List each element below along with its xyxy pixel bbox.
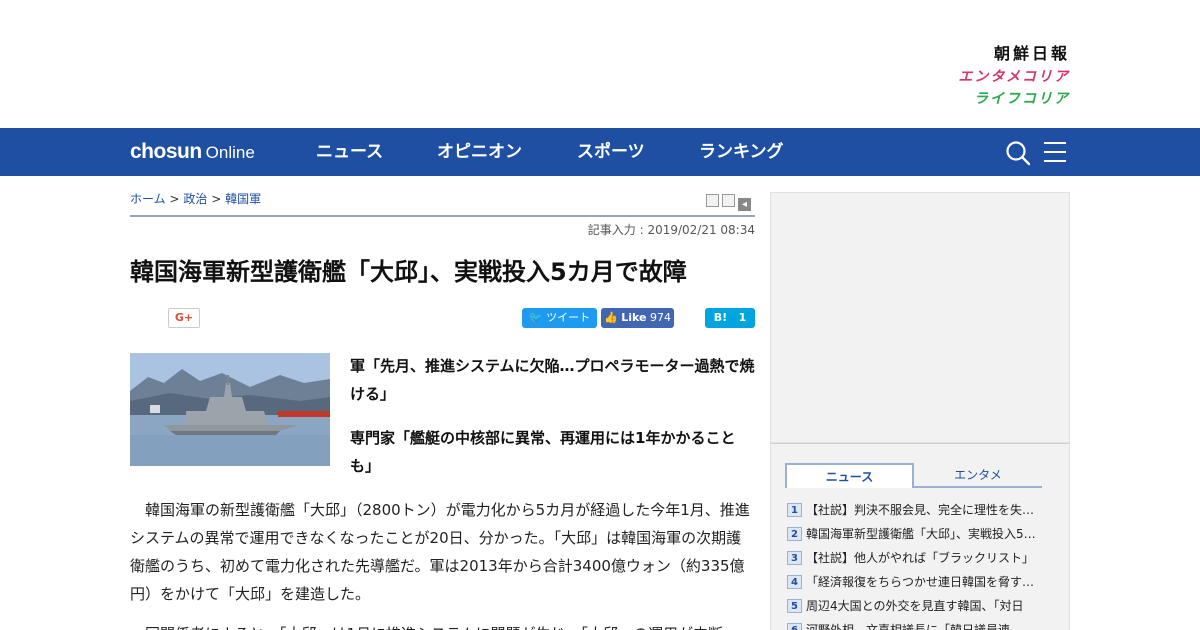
warship-photo [130, 353, 330, 466]
back-arrow-icon[interactable]: ◂ [738, 198, 751, 211]
nav-item-news[interactable]: ニュース [316, 128, 383, 176]
ranking-item[interactable]: 5 周辺4大国との外交を見直す韓国、「対日 [787, 593, 1047, 617]
site-logo[interactable]: chosun Online [130, 139, 255, 165]
rank-title: 【社説】判決不服会見、完全に理性を失った [806, 502, 1044, 517]
rank-title: 韓国海軍新型護衛艦「大邱」、実戦投入5カ月で故障 [806, 526, 1044, 541]
print-icon[interactable] [706, 194, 719, 207]
breadcrumb-separator: > [169, 192, 180, 206]
header-divider [130, 215, 755, 217]
search-icon[interactable] [1005, 140, 1031, 166]
rank-title: 「経済報復をちらつかせ連日韓国を脅す日本 [806, 574, 1044, 589]
twitter-bird-icon: 🐦 [528, 311, 543, 324]
tab-news[interactable]: ニュース [785, 463, 914, 488]
rank-number: 5 [787, 598, 802, 613]
ranking-item[interactable]: 4 「経済報復をちらつかせ連日韓国を脅す日本 [787, 569, 1047, 593]
ranking-item[interactable]: 3 【社説】他人がやれば「ブラックリスト」 [787, 545, 1047, 569]
ranking-list: 1 【社説】判決不服会見、完全に理性を失った 2 韓国海軍新型護衛艦「大邱」、実戦投… [787, 497, 1047, 630]
hatena-bookmark-button[interactable]: B! 1 [705, 308, 755, 328]
fb-like-label: Like [621, 311, 647, 324]
hatena-label: B! [713, 311, 728, 324]
hamburger-menu-icon[interactable] [1044, 142, 1066, 162]
brand-links: 朝鮮日報 エンタメコリア ライフコリア [930, 42, 1070, 110]
fb-like-count: 974 [649, 311, 671, 324]
main-navbar: chosun Online ニュース オピニオン スポーツ ランキング [0, 128, 1200, 176]
breadcrumb-politics[interactable]: 政治 [183, 192, 207, 206]
chosun-ilbo-link[interactable]: 朝鮮日報 [930, 42, 1070, 66]
rank-title: 【社説】他人がやれば「ブラックリスト」 [806, 550, 1035, 565]
article-subhead-1: 軍「先月、推進システムに欠陥…プロペラモーター過熱で焼ける」 [350, 357, 755, 403]
top-header: 朝鮮日報 エンタメコリア ライフコリア [0, 0, 1200, 128]
text-size-icon[interactable] [722, 194, 735, 207]
tweet-label: ツイート [546, 311, 591, 324]
rank-number: 2 [787, 526, 802, 541]
breadcrumb-separator: > [211, 192, 222, 206]
ranking-item[interactable]: 2 韓国海軍新型護衛艦「大邱」、実戦投入5カ月で故障 [787, 521, 1047, 545]
article-subhead-2: 専門家「艦艇の中核部に異常、再運用には1年かかること も」 [350, 429, 736, 475]
nav-item-sports[interactable]: スポーツ [577, 128, 645, 176]
rank-number: 4 [787, 574, 802, 589]
rank-number: 1 [787, 502, 802, 517]
logo-light-text: Online [205, 143, 255, 162]
nav-item-ranking[interactable]: ランキング [699, 128, 784, 176]
ranking-item[interactable]: 6 河野外相、文喜相議長に「韓日議員連 [787, 617, 1047, 630]
breadcrumb-military[interactable]: 韓国軍 [225, 192, 261, 206]
facebook-like-button[interactable]: 👍 Like 974 [601, 308, 674, 328]
ad-placeholder [770, 192, 1070, 443]
hatena-count: 1 [738, 311, 747, 324]
tweet-button[interactable]: 🐦 ツイート [522, 308, 597, 328]
breadcrumb-home[interactable]: ホーム [130, 192, 166, 206]
google-plus-button[interactable]: G+ [168, 308, 200, 328]
article-body-paragraph-2: 同関係者によると、「大邱」は1月に推進システムに問題が生じ、「大邱」の運用が中断 [130, 620, 755, 630]
entame-korea-link[interactable]: エンタメコリア [930, 66, 1070, 88]
rank-title: 周辺4大国との外交を見直す韓国、「対日 [806, 598, 1024, 613]
thumbs-up-icon: 👍 [604, 311, 618, 324]
rank-title: 河野外相、文喜相議長に「韓日議員連 [806, 622, 1011, 630]
article-headline: 韓国海軍新型護衛艦「大邱」、実戦投入5カ月で故障 [130, 258, 687, 286]
article-tools: ◂ [703, 192, 751, 211]
tab-entame[interactable]: エンタメ [914, 463, 1042, 488]
life-korea-link[interactable]: ライフコリア [930, 88, 1070, 110]
article-body-paragraph: 韓国海軍の新型護衛艦「大邱」（2800トン）が電力化から5カ月が経過した今年1月… [130, 501, 750, 603]
article-input-date: 記事入力 : 2019/02/21 08:34 [587, 223, 755, 237]
rank-number: 6 [787, 622, 802, 630]
logo-bold-text: chosun [130, 140, 202, 163]
breadcrumb: ホーム > 政治 > 韓国軍 [130, 190, 261, 208]
ranking-item[interactable]: 1 【社説】判決不服会見、完全に理性を失った [787, 497, 1047, 521]
nav-item-opinion[interactable]: オピニオン [437, 128, 522, 176]
rank-number: 3 [787, 550, 802, 565]
